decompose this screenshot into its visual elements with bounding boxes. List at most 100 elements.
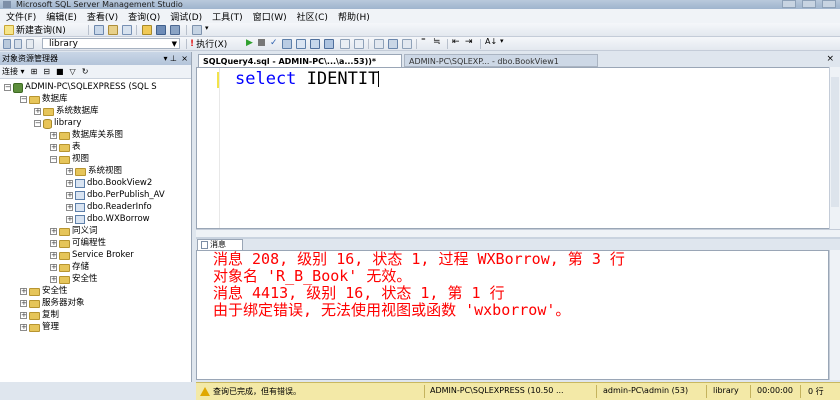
pin-icon[interactable]: ▾ ⊥: [163, 52, 177, 65]
menu-query[interactable]: 查询(Q): [128, 10, 160, 23]
tree-node-views[interactable]: − 视图: [50, 154, 89, 165]
expand-icon[interactable]: +: [50, 252, 57, 259]
menu-community[interactable]: 社区(C): [297, 10, 328, 23]
tree-node-service-broker[interactable]: + Service Broker: [50, 250, 134, 261]
expand-icon[interactable]: +: [20, 324, 27, 331]
parse-icon[interactable]: ✓: [270, 38, 278, 48]
menu-file[interactable]: 文件(F): [6, 10, 36, 23]
client-statistics-icon[interactable]: [354, 39, 364, 49]
tree-node-replication[interactable]: + 复制: [20, 310, 59, 321]
increase-indent-icon[interactable]: ⇥: [465, 37, 473, 47]
expand-icon[interactable]: +: [66, 180, 73, 187]
expand-icon[interactable]: +: [66, 192, 73, 199]
save-all-icon[interactable]: [170, 25, 180, 35]
tree-node-server[interactable]: − ADMIN-PC\SQLEXPRESS (SQL S: [4, 82, 157, 93]
scrollbar-thumb[interactable]: [831, 77, 839, 207]
tree-node-databases[interactable]: − 数据库: [20, 94, 68, 105]
tree-node-view[interactable]: + dbo.PerPublish_AV: [66, 190, 165, 201]
expand-icon[interactable]: +: [20, 288, 27, 295]
execute-button[interactable]: ! 执行(X): [190, 38, 227, 51]
minimize-button[interactable]: [782, 0, 796, 8]
expand-icon[interactable]: +: [20, 300, 27, 307]
toolbar-overflow-icon-2[interactable]: ▾: [500, 37, 504, 45]
tree-node-server-objects[interactable]: + 服务器对象: [20, 298, 85, 309]
cancel-query-icon[interactable]: [258, 39, 265, 46]
open-file-icon[interactable]: [142, 25, 152, 35]
editor-vertical-scrollbar[interactable]: [829, 67, 840, 229]
tree-node-library[interactable]: − library: [34, 118, 81, 129]
new-query-button[interactable]: 新建查询(N): [4, 24, 66, 36]
close-icon[interactable]: ×: [181, 52, 188, 65]
decrease-indent-icon[interactable]: ⇤: [452, 37, 460, 47]
menu-help[interactable]: 帮助(H): [338, 10, 370, 23]
tree-node-view[interactable]: + dbo.WXBorrow: [66, 214, 150, 225]
results-options-icon[interactable]: [310, 39, 320, 49]
expand-icon[interactable]: +: [50, 276, 57, 283]
maximize-button[interactable]: [802, 0, 816, 8]
query-text[interactable]: select IDENTIT: [235, 69, 380, 89]
connect-object-icon[interactable]: ⊞: [31, 65, 38, 78]
pane-splitter[interactable]: [196, 237, 840, 239]
tree-node-view[interactable]: + dbo.BookView2: [66, 178, 152, 189]
expand-icon[interactable]: +: [66, 216, 73, 223]
messages-vertical-scrollbar[interactable]: [829, 250, 840, 380]
analysis-query-icon[interactable]: [108, 25, 118, 35]
expand-icon[interactable]: +: [50, 240, 57, 247]
toolbar-overflow-icon[interactable]: ▾: [205, 24, 209, 32]
menu-edit[interactable]: 编辑(E): [46, 10, 77, 23]
tree-node-management[interactable]: + 管理: [20, 322, 59, 333]
tree-node-storage[interactable]: + 存储: [50, 262, 89, 273]
debug-play-icon[interactable]: ▶: [246, 38, 253, 48]
expand-icon[interactable]: +: [34, 108, 41, 115]
expand-icon[interactable]: +: [50, 132, 57, 139]
menu-view[interactable]: 查看(V): [87, 10, 118, 23]
expand-icon[interactable]: +: [50, 228, 57, 235]
expand-icon[interactable]: +: [50, 144, 57, 151]
change-connection-icon[interactable]: [14, 39, 22, 49]
tab-query4[interactable]: SQLQuery4.sql - ADMIN-PC\...\a...53))*: [198, 54, 402, 67]
refresh-icon[interactable]: ↻: [82, 65, 89, 78]
results-to-text-icon[interactable]: [374, 39, 384, 49]
specify-template-icon[interactable]: A↓: [485, 37, 497, 46]
collapse-icon[interactable]: −: [50, 156, 57, 163]
query-designer-icon[interactable]: [296, 39, 306, 49]
results-to-grid-icon[interactable]: [388, 39, 398, 49]
stop-icon[interactable]: ■: [56, 65, 64, 78]
expand-icon[interactable]: +: [20, 312, 27, 319]
tree-node-view[interactable]: + dbo.ReaderInfo: [66, 202, 152, 213]
tree-node-synonyms[interactable]: + 同义词: [50, 226, 98, 237]
tree-node-system-views[interactable]: + 系统视图: [66, 166, 122, 177]
connect-button[interactable]: 连接 ▾: [2, 65, 25, 78]
comment-icon[interactable]: ⁼: [421, 37, 426, 47]
uncomment-icon[interactable]: ≒: [433, 37, 441, 47]
expand-icon[interactable]: +: [66, 204, 73, 211]
close-tab-icon[interactable]: ×: [826, 54, 834, 64]
connect-icon[interactable]: [3, 39, 11, 49]
menu-debug[interactable]: 调试(D): [170, 10, 202, 23]
tree-node-db-security[interactable]: + 安全性: [50, 274, 98, 285]
xmla-query-icon[interactable]: [122, 25, 132, 35]
results-to-file-icon[interactable]: [402, 39, 412, 49]
messages-pane[interactable]: 消息 208, 级别 16, 状态 1, 过程 WXBorrow, 第 3 行 …: [196, 250, 829, 380]
menu-window[interactable]: 窗口(W): [253, 10, 287, 23]
activity-monitor-icon[interactable]: [192, 25, 202, 35]
include-plan-icon[interactable]: [340, 39, 350, 49]
estimated-plan-icon[interactable]: [282, 39, 292, 49]
collapse-icon[interactable]: −: [4, 84, 11, 91]
tree-node-diagrams[interactable]: + 数据库关系图: [50, 130, 123, 141]
collapse-icon[interactable]: −: [20, 96, 27, 103]
editor-horizontal-scrollbar[interactable]: [196, 229, 840, 237]
filter-icon[interactable]: ▽: [70, 65, 76, 78]
tree-node-tables[interactable]: + 表: [50, 142, 81, 153]
tree-node-programmability[interactable]: + 可编程性: [50, 238, 106, 249]
database-select[interactable]: library ▼: [42, 38, 180, 49]
close-button[interactable]: [822, 0, 836, 8]
specify-values-icon[interactable]: [324, 39, 334, 49]
menu-tools[interactable]: 工具(T): [212, 10, 243, 23]
tab-bookview1[interactable]: ADMIN-PC\SQLEXP... - dbo.BookView1: [404, 54, 598, 67]
disconnect-icon[interactable]: ⊟: [43, 65, 50, 78]
collapse-icon[interactable]: −: [34, 120, 41, 127]
tree-node-security[interactable]: + 安全性: [20, 286, 68, 297]
expand-icon[interactable]: +: [66, 168, 73, 175]
tab-messages[interactable]: 消息: [197, 239, 243, 250]
